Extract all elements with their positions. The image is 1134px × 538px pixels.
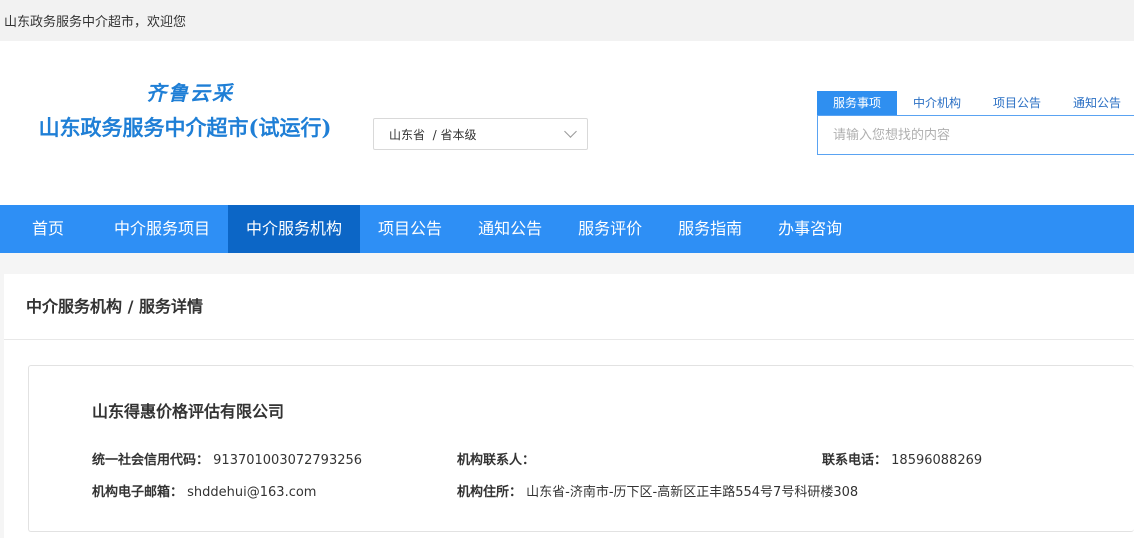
nav-item-service-agencies[interactable]: 中介服务机构 — [228, 205, 361, 253]
region-select[interactable]: 山东省 / 省本级 — [373, 118, 588, 150]
address-field: 机构住所： 山东省-济南市-历下区-高新区正丰路554号7号科研楼308 — [457, 481, 858, 500]
detail-panel: 中介服务机构 / 服务详情 山东得惠价格评估有限公司 统一社会信用代码： 913… — [4, 274, 1134, 538]
search-tabs: 服务事项 中介机构 项目公告 通知公告 — [817, 91, 1134, 115]
search-tab-project-notices[interactable]: 项目公告 — [977, 91, 1057, 115]
contact-person-label: 机构联系人： — [457, 453, 536, 468]
search-tab-service-items[interactable]: 服务事项 — [817, 91, 897, 115]
search-box: 服务事项 中介机构 项目公告 通知公告 — [817, 91, 1134, 155]
agency-card: 山东得惠价格评估有限公司 统一社会信用代码： 91370100307279325… — [28, 365, 1134, 532]
email-field: 机构电子邮箱： shddehui@163.com — [92, 481, 316, 500]
contact-person-field: 机构联系人： — [457, 449, 535, 468]
nav-item-service-projects[interactable]: 中介服务项目 — [96, 205, 228, 253]
region-value: 山东省 / 省本级 — [389, 127, 477, 142]
email-label: 机构电子邮箱： — [92, 485, 184, 500]
main-nav: 首页 中介服务项目 中介服务机构 项目公告 通知公告 服务评价 服务指南 办事咨… — [0, 205, 1134, 253]
search-tab-notifications[interactable]: 通知公告 — [1057, 91, 1134, 115]
top-bar: 山东政务服务中介超市，欢迎您 — [0, 0, 1134, 41]
nav-item-project-notices[interactable]: 项目公告 — [360, 205, 460, 253]
breadcrumb: 中介服务机构 / 服务详情 — [4, 274, 1134, 340]
site-logo[interactable]: 齐鲁云采 山东政务服务中介超市(试运行) — [20, 77, 350, 142]
address-value: 山东省-济南市-历下区-高新区正丰路554号7号科研楼308 — [526, 485, 859, 500]
phone-label: 联系电话： — [822, 453, 888, 468]
search-input[interactable] — [817, 115, 1134, 155]
credit-code-field: 统一社会信用代码： 913701003072793256 — [92, 449, 362, 468]
logo-title: 山东政务服务中介超市(试运行) — [38, 115, 332, 140]
nav-item-home[interactable]: 首页 — [0, 205, 96, 253]
credit-code-label: 统一社会信用代码： — [92, 453, 210, 468]
welcome-text: 山东政务服务中介超市，欢迎您 — [4, 15, 187, 30]
nav-item-notifications[interactable]: 通知公告 — [460, 205, 560, 253]
company-name: 山东得惠价格评估有限公司 — [92, 402, 285, 421]
phone-field: 联系电话： 18596088269 — [822, 449, 982, 468]
phone-value: 18596088269 — [891, 453, 983, 468]
nav-item-consultation[interactable]: 办事咨询 — [760, 205, 860, 253]
email-value: shddehui@163.com — [187, 485, 317, 500]
search-tab-agencies[interactable]: 中介机构 — [897, 91, 977, 115]
nav-item-service-guide[interactable]: 服务指南 — [660, 205, 760, 253]
chevron-down-icon — [564, 125, 577, 138]
address-label: 机构住所： — [457, 485, 523, 500]
header: 齐鲁云采 山东政务服务中介超市(试运行) 山东省 / 省本级 服务事项 中介机构… — [0, 41, 1134, 205]
logo-subtitle: 齐鲁云采 — [146, 81, 234, 105]
nav-item-service-evaluation[interactable]: 服务评价 — [560, 205, 660, 253]
credit-code-value: 913701003072793256 — [213, 453, 363, 468]
